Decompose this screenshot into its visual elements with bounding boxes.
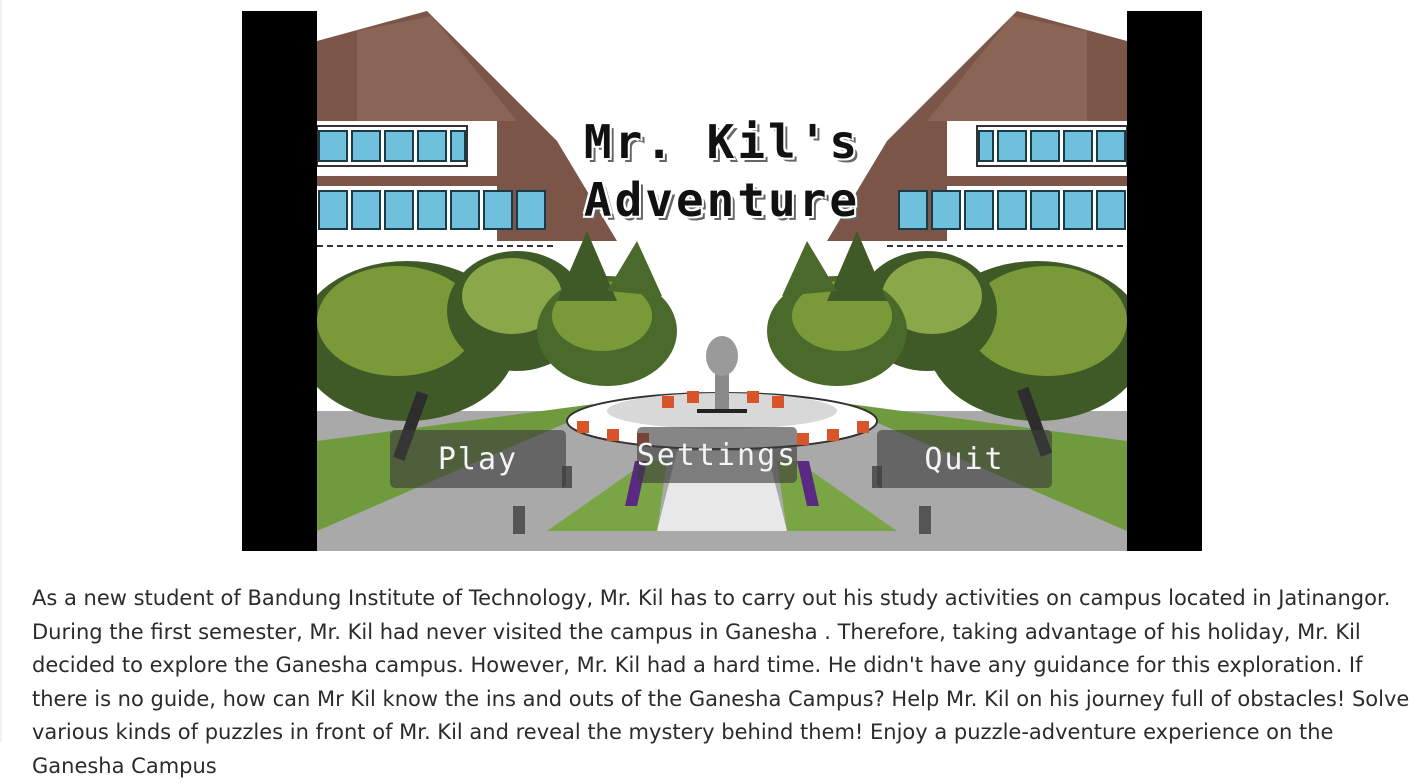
- game-title-line-1: Mr. Kil's: [583, 115, 861, 169]
- play-button[interactable]: Play: [390, 430, 566, 488]
- quit-button[interactable]: Quit: [877, 430, 1052, 488]
- game-title-line-2: Adventure: [583, 173, 861, 227]
- game-title: Mr. Kil's Adventure: [512, 111, 932, 231]
- page-left-edge: [0, 0, 2, 742]
- settings-button[interactable]: Settings: [637, 427, 797, 483]
- title-screen-scene: Mr. Kil's Adventure Play Settings Quit: [317, 11, 1127, 551]
- game-viewport[interactable]: Mr. Kil's Adventure Play Settings Quit: [242, 11, 1202, 551]
- game-description: As a new student of Bandung Institute of…: [32, 586, 1410, 778]
